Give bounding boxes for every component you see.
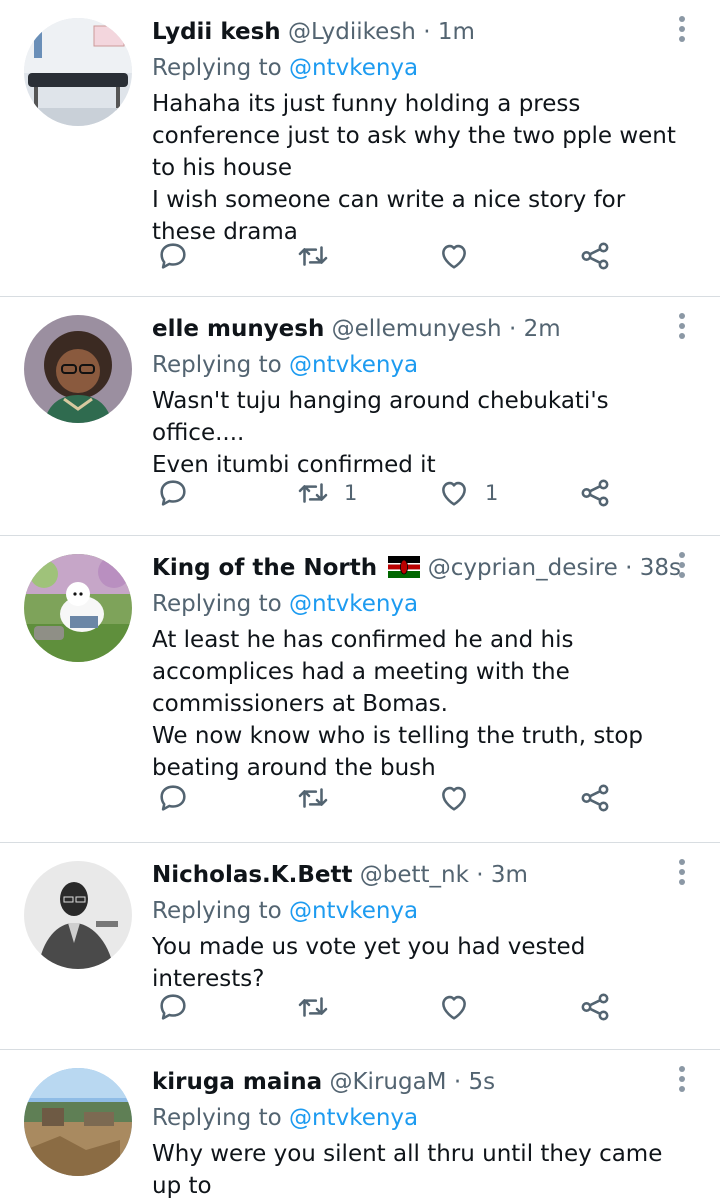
more-options-icon[interactable] [678, 1066, 686, 1092]
share-icon [581, 479, 609, 507]
user-handle[interactable]: @cyprian_desire [428, 555, 618, 581]
like-button[interactable] [437, 778, 485, 818]
share-button[interactable] [578, 236, 612, 276]
avatar[interactable] [24, 861, 132, 969]
reply-icon [160, 480, 186, 506]
timestamp[interactable]: 3m [491, 862, 528, 888]
tweet-text: Wasn't tuju hanging around chebukati's o… [152, 388, 609, 478]
share-icon [581, 242, 609, 270]
tweet-text: You made us vote yet you had vested inte… [152, 934, 586, 992]
like-count: 1 [485, 481, 499, 505]
display-name[interactable]: King of the North [152, 555, 377, 581]
share-icon [581, 784, 609, 812]
retweet-button[interactable] [296, 236, 344, 276]
separator-dot: · [476, 862, 484, 888]
reply-button[interactable] [156, 778, 190, 818]
tweet[interactable]: elle munyesh @ellemunyesh · 2m Replying … [0, 297, 720, 536]
tweet[interactable]: Lydii kesh @Lydiikesh · 1m Replying to @… [0, 0, 720, 297]
user-handle[interactable]: @Lydiikesh [288, 19, 416, 45]
tweet-actions [152, 236, 620, 276]
replying-to: Replying to @ntvkenya [152, 895, 696, 927]
tweet[interactable]: Nicholas.K.Bett @bett_nk · 3m Replying t… [0, 843, 720, 1050]
separator-dot: · [508, 316, 517, 342]
separator-dot: · [453, 1069, 462, 1095]
replying-to-label: Replying to [152, 352, 282, 378]
replying-to: Replying to @ntvkenya [152, 349, 696, 381]
like-icon [442, 995, 466, 1020]
display-name[interactable]: Nicholas.K.Bett [152, 862, 352, 888]
share-button[interactable] [578, 987, 612, 1027]
reply-button[interactable] [156, 473, 190, 513]
replying-to-label: Replying to [152, 1105, 282, 1131]
timestamp[interactable]: 1m [438, 19, 475, 45]
more-options-icon[interactable] [678, 859, 686, 885]
replying-to-label: Replying to [152, 55, 282, 81]
replying-to: Replying to @ntvkenya [152, 1102, 696, 1134]
tweet-actions [152, 778, 620, 818]
timestamp[interactable]: 5s [468, 1069, 495, 1095]
reply-icon [160, 994, 186, 1020]
tweet-text: At least he has confirmed he and his acc… [152, 627, 643, 781]
retweet-icon [298, 483, 328, 503]
timestamp[interactable]: 2m [524, 316, 561, 342]
avatar[interactable] [24, 18, 132, 126]
kenya-flag-icon [388, 556, 421, 578]
tweet-text: Hahaha its just funny holding a press co… [152, 91, 676, 245]
avatar[interactable] [24, 1068, 132, 1176]
more-options-icon[interactable] [678, 552, 686, 578]
replying-to: Replying to @ntvkenya [152, 52, 696, 84]
avatar[interactable] [24, 554, 132, 662]
retweet-count: 1 [344, 481, 358, 505]
replying-to-label: Replying to [152, 898, 282, 924]
reply-icon [160, 785, 186, 811]
like-button[interactable] [437, 236, 485, 276]
mention-link[interactable]: @ntvkenya [289, 898, 418, 924]
display-name[interactable]: kiruga maina [152, 1069, 322, 1095]
replying-to-label: Replying to [152, 591, 282, 617]
retweet-button[interactable]: 1 [296, 473, 357, 513]
display-name[interactable]: Lydii kesh [152, 19, 281, 45]
like-button[interactable]: 1 [437, 473, 498, 513]
reply-button[interactable] [156, 987, 190, 1027]
avatar[interactable] [24, 315, 132, 423]
share-icon [581, 993, 609, 1021]
tweet-text: Why were you silent all thru until they … [152, 1141, 663, 1199]
tweet-actions [152, 987, 620, 1027]
mention-link[interactable]: @ntvkenya [289, 591, 418, 617]
reply-icon [160, 243, 186, 269]
separator-dot: · [625, 555, 633, 581]
separator-dot: · [423, 19, 431, 45]
more-options-icon[interactable] [678, 16, 686, 42]
retweet-button[interactable] [296, 987, 344, 1027]
display-name[interactable]: elle munyesh [152, 316, 324, 342]
tweet[interactable]: King of the North @cyprian_desire · 38s … [0, 536, 720, 843]
reply-button[interactable] [156, 236, 190, 276]
user-handle[interactable]: @KirugaM [329, 1069, 446, 1095]
user-handle[interactable]: @bett_nk [360, 862, 469, 888]
more-options-icon[interactable] [678, 313, 686, 339]
tweet[interactable]: kiruga maina @KirugaM · 5s Replying to @… [0, 1050, 720, 1199]
retweet-button[interactable] [296, 778, 344, 818]
like-icon [442, 244, 466, 269]
mention-link[interactable]: @ntvkenya [289, 1105, 418, 1131]
retweet-icon [298, 997, 328, 1017]
like-button[interactable] [437, 987, 485, 1027]
share-button[interactable] [578, 473, 612, 513]
tweet-actions: 1 1 [152, 473, 620, 513]
replying-to: Replying to @ntvkenya [152, 588, 696, 620]
like-icon [442, 786, 466, 811]
like-icon [442, 481, 466, 506]
timestamp[interactable]: 38s [640, 555, 681, 581]
mention-link[interactable]: @ntvkenya [289, 352, 418, 378]
mention-link[interactable]: @ntvkenya [289, 55, 418, 81]
retweet-icon [298, 788, 328, 808]
retweet-icon [298, 246, 328, 266]
user-handle[interactable]: @ellemunyesh [332, 316, 502, 342]
share-button[interactable] [578, 778, 612, 818]
